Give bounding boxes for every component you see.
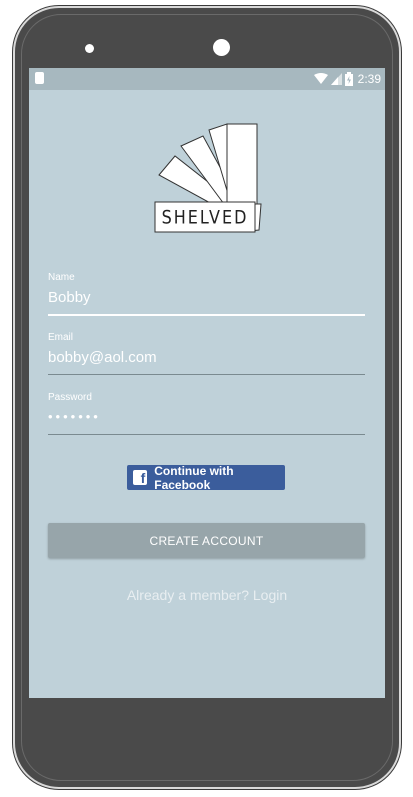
logo-text: SHELVED <box>161 206 249 229</box>
email-label: Email <box>48 332 74 343</box>
facebook-login-button[interactable]: f Continue with Facebook <box>127 463 285 492</box>
facebook-icon: f <box>133 470 148 485</box>
wifi-icon <box>313 73 328 84</box>
battery-icon <box>344 72 353 86</box>
facebook-button-label: Continue with Facebook <box>154 463 234 492</box>
name-underline <box>48 314 365 316</box>
password-underline <box>48 434 365 435</box>
password-input[interactable]: ••••••• <box>48 409 365 424</box>
status-bar: 2:39 <box>29 68 385 90</box>
create-account-button[interactable]: CREATE ACCOUNT <box>48 523 365 558</box>
signal-icon <box>330 73 342 85</box>
front-camera <box>213 39 230 56</box>
name-field[interactable]: Name Bobby <box>48 272 365 316</box>
notification-icon <box>35 72 44 84</box>
password-label: Password <box>48 392 92 403</box>
name-input[interactable]: Bobby <box>48 289 365 306</box>
create-account-label: CREATE ACCOUNT <box>149 533 264 548</box>
status-time: 2:39 <box>357 72 381 86</box>
status-icons: 2:39 <box>313 71 381 87</box>
email-input[interactable]: bobby@aol.com <box>48 349 365 366</box>
name-label: Name <box>48 272 75 283</box>
email-underline <box>48 374 365 375</box>
front-sensor <box>85 44 94 53</box>
password-field[interactable]: Password ••••••• <box>48 392 365 435</box>
login-link[interactable]: Already a member? Login <box>29 587 385 603</box>
email-field[interactable]: Email bobby@aol.com <box>48 332 365 375</box>
app-screen: 2:39 SHELVED Name Bobby Email bobby@aol.… <box>29 68 385 698</box>
